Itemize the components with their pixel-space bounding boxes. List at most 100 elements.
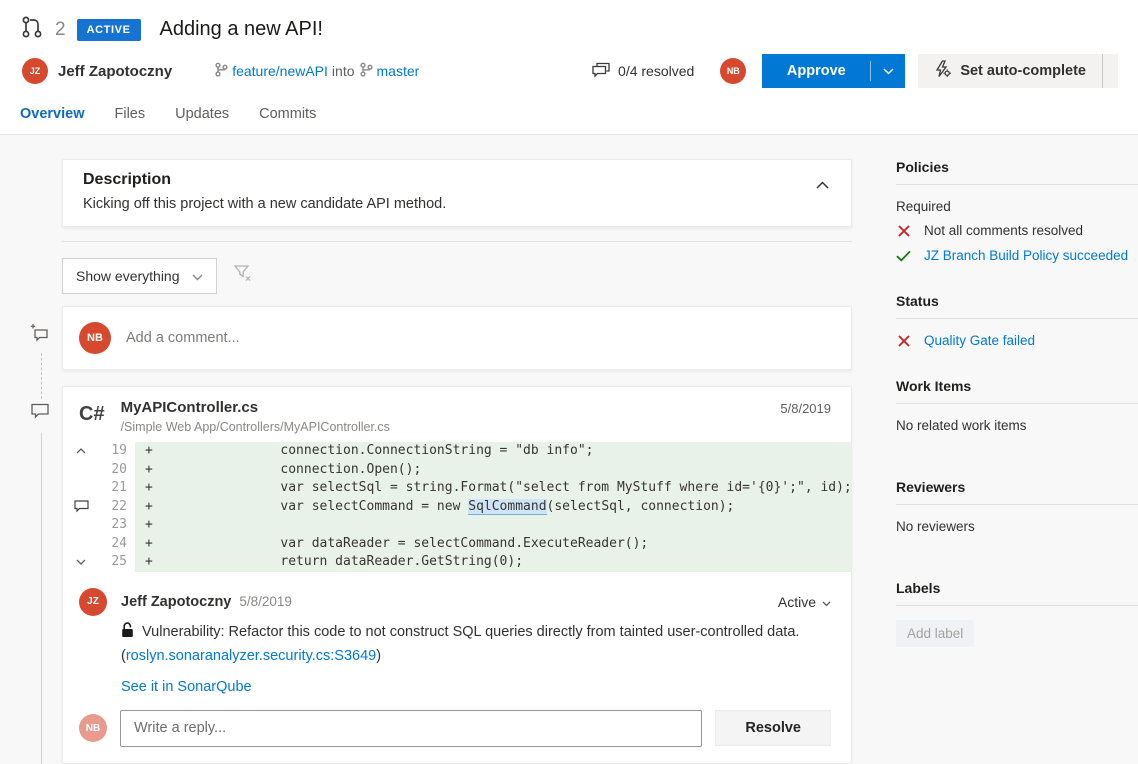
author-name: Jeff Zapotoczny bbox=[58, 63, 172, 80]
code-line: + var selectSql = string.Format("select … bbox=[135, 479, 851, 498]
status-badge: ACTIVE bbox=[77, 19, 141, 41]
chevron-up-icon[interactable] bbox=[63, 442, 99, 461]
diff-line-19: 19 + connection.ConnectionString = "db in… bbox=[63, 442, 851, 461]
code-line: + connection.ConnectionString = "db info… bbox=[135, 442, 851, 461]
filter-clear-icon[interactable] bbox=[233, 264, 252, 288]
line-number: 20 bbox=[99, 461, 127, 480]
csharp-language-badge: C# bbox=[79, 403, 105, 426]
rule-link[interactable]: roslyn.sonaranalyzer.security.cs:S3649 bbox=[126, 648, 376, 664]
tab-files[interactable]: Files bbox=[115, 106, 146, 122]
reply-input[interactable] bbox=[120, 710, 702, 747]
highlighted-token[interactable]: SqlCommand bbox=[468, 499, 546, 515]
gutter-spacer bbox=[63, 535, 99, 554]
x-icon bbox=[896, 334, 911, 348]
file-header: C# MyAPIController.cs /Simple Web App/Co… bbox=[63, 387, 851, 442]
viewer-avatar: NB bbox=[79, 322, 111, 354]
into-label: into bbox=[332, 63, 355, 79]
code-line: + var dataReader = selectCommand.Execute… bbox=[135, 535, 851, 554]
add-comment-icon[interactable] bbox=[30, 323, 50, 347]
code-line: + bbox=[135, 516, 851, 535]
gutter-spacer bbox=[63, 516, 99, 535]
status-list: Quality Gate failed bbox=[896, 333, 1138, 348]
main-area: Description Kicking off this project wit… bbox=[0, 134, 1138, 764]
line-number: 25 bbox=[99, 553, 127, 572]
tab-overview[interactable]: Overview bbox=[20, 106, 85, 122]
labels-section: Labels Add label bbox=[896, 580, 1138, 647]
chevron-down-icon bbox=[192, 268, 203, 284]
file-thread-card: C# MyAPIController.cs /Simple Web App/Co… bbox=[62, 386, 852, 764]
gutter-spacer bbox=[63, 461, 99, 480]
diff-line-24: 24+ var dataReader = selectCommand.Execu… bbox=[63, 535, 851, 554]
add-comment-placeholder[interactable]: Add a comment... bbox=[126, 330, 240, 346]
tab-updates[interactable]: Updates bbox=[175, 106, 229, 122]
reviewers-title: Reviewers bbox=[896, 479, 1138, 505]
required-label: Required bbox=[896, 199, 1138, 214]
reviewers-section: Reviewers No reviewers bbox=[896, 479, 1138, 534]
collapse-chevron-up-icon[interactable] bbox=[816, 176, 829, 194]
resolve-button[interactable]: Resolve bbox=[715, 710, 831, 746]
work-items-title: Work Items bbox=[896, 378, 1138, 404]
diff-block: 19 + connection.ConnectionString = "db in… bbox=[63, 442, 851, 572]
file-date: 5/8/2019 bbox=[780, 399, 831, 416]
description-text: Kicking off this project with a new cand… bbox=[83, 194, 831, 214]
sonarqube-link[interactable]: See it in SonarQube bbox=[121, 679, 252, 695]
show-everything-dropdown[interactable]: Show everything bbox=[62, 258, 217, 294]
status-section: Status Quality Gate failed bbox=[896, 293, 1138, 348]
filter-bar: Show everything bbox=[62, 258, 852, 294]
gutter-spacer bbox=[63, 479, 99, 498]
new-comment-card[interactable]: NB Add a comment... bbox=[62, 306, 852, 370]
commenter-name: Jeff Zapotoczny bbox=[121, 594, 231, 610]
viewer-avatar: NB bbox=[720, 58, 746, 84]
diff-line-20: 20+ connection.Open(); bbox=[63, 461, 851, 480]
comment-date: 5/8/2019 bbox=[239, 594, 292, 609]
labels-title: Labels bbox=[896, 580, 1138, 606]
auto-complete-icon bbox=[934, 60, 951, 82]
file-name[interactable]: MyAPIController.cs bbox=[121, 399, 390, 417]
approve-button[interactable]: Approve bbox=[762, 54, 905, 88]
diff-line-23: 23 + bbox=[63, 516, 851, 535]
policy-item: JZ Branch Build Policy succeeded bbox=[896, 248, 1138, 263]
page-title: Adding a new API! bbox=[160, 18, 323, 41]
line-number: 21 bbox=[99, 479, 127, 498]
policy-text: Not all comments resolved bbox=[924, 223, 1083, 238]
comment-icon bbox=[30, 403, 50, 425]
diff-line-21: 21 + var selectSql = string.Format("selec… bbox=[63, 479, 851, 498]
code-line: + return dataReader.GetString(0); bbox=[135, 553, 851, 572]
policy-text[interactable]: Quality Gate failed bbox=[924, 333, 1035, 348]
source-branch-link[interactable]: feature/newAPI bbox=[232, 63, 328, 79]
target-branch-link[interactable]: master bbox=[377, 63, 420, 79]
policy-list: Not all comments resolved JZ Branch Build… bbox=[896, 223, 1138, 263]
viewer-avatar: NB bbox=[79, 714, 107, 742]
open-lock-icon bbox=[121, 626, 138, 642]
comment-icon[interactable] bbox=[63, 498, 99, 517]
description-title: Description bbox=[83, 170, 831, 190]
pr-header: 2 ACTIVE Adding a new API! JZ Jeff Zapot… bbox=[0, 0, 1138, 134]
auto-complete-dropdown-stub[interactable] bbox=[1102, 54, 1118, 88]
comment-text: Vulnerability: Refactor this code to not… bbox=[121, 621, 811, 667]
diff-line-22: 22 + var selectCommand = new SqlCommand(s… bbox=[63, 498, 851, 517]
line-number: 22 bbox=[99, 498, 127, 517]
set-auto-complete-button[interactable]: Set auto-complete bbox=[918, 54, 1102, 88]
comment-status-dropdown[interactable]: Active bbox=[778, 594, 831, 610]
line-number: 23 bbox=[99, 516, 127, 535]
reviewers-empty: No reviewers bbox=[896, 519, 1138, 534]
tab-commits[interactable]: Commits bbox=[259, 106, 316, 122]
check-icon bbox=[896, 250, 911, 262]
work-items-empty: No related work items bbox=[896, 418, 1138, 433]
add-label-button[interactable]: Add label bbox=[896, 620, 974, 647]
content-column: Description Kicking off this project wit… bbox=[62, 159, 852, 764]
code-line: + var selectCommand = new SqlCommand(sel… bbox=[135, 498, 851, 517]
chevron-down-icon[interactable] bbox=[871, 68, 905, 75]
policies-section: Policies Required Not all comments resol… bbox=[896, 159, 1138, 263]
branch-icon bbox=[359, 62, 373, 80]
chevron-down-icon[interactable] bbox=[63, 553, 99, 572]
commenter-avatar: JZ bbox=[79, 588, 107, 616]
line-number: 19 bbox=[99, 442, 127, 461]
tabs: Overview Files Updates Commits bbox=[0, 96, 1138, 134]
author-avatar: JZ bbox=[22, 58, 48, 84]
resolved-counter[interactable]: 0/4 resolved bbox=[592, 62, 694, 81]
pr-id: 2 bbox=[55, 19, 66, 41]
work-items-section: Work Items No related work items bbox=[896, 378, 1138, 433]
policy-text[interactable]: JZ Branch Build Policy succeeded bbox=[924, 248, 1128, 263]
file-path: /Simple Web App/Controllers/MyAPIControl… bbox=[121, 420, 390, 434]
